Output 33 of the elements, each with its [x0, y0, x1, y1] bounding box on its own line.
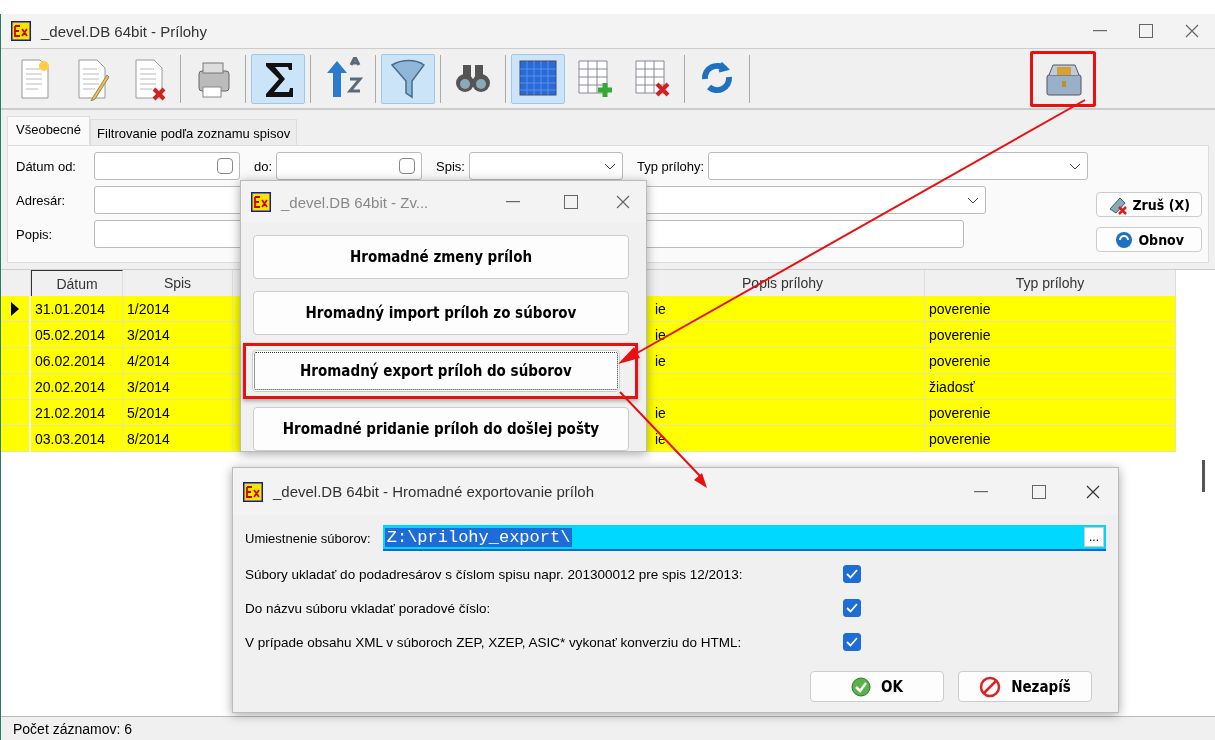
- field-label: do:: [254, 158, 273, 174]
- window-title: _devel.DB 64bit - Prílohy: [41, 22, 207, 40]
- table-cell: 5/2014: [123, 400, 233, 426]
- table-cell: 21.02.2014: [31, 400, 123, 426]
- table-cell: poverenie: [925, 296, 1176, 322]
- field-label: Spis:: [436, 158, 465, 174]
- option-label: Do názvu súboru vkladať poradové číslo:: [245, 600, 492, 616]
- table-cell: 3/2014: [123, 322, 233, 348]
- table-cell: 06.02.2014: [31, 348, 123, 374]
- table-cell: žiadosť: [925, 374, 1176, 400]
- table-cell: poverenie: [925, 348, 1176, 374]
- table-cell: poverenie: [925, 426, 1176, 452]
- table-cell: poverenie: [925, 322, 1176, 348]
- table-cell: poverenie: [925, 400, 1176, 426]
- field-label: Popis:: [16, 226, 54, 242]
- table-cell: 05.02.2014: [31, 322, 123, 348]
- table-cell: 20.02.2014: [31, 374, 123, 400]
- table-cell: 03.03.2014: [31, 426, 123, 452]
- table-cell: 4/2014: [123, 348, 233, 374]
- table-cell: 1/2014: [123, 296, 233, 322]
- selected-text: Z:\prilohy_export\: [384, 527, 573, 547]
- field-label: Adresár:: [16, 192, 67, 208]
- field-label: Umiestnenie súborov:: [245, 530, 371, 546]
- table-cell: 3/2014: [123, 374, 233, 400]
- table-cell: 31.01.2014: [31, 296, 123, 322]
- status-bar: Počet záznamov: 6: [1, 716, 1215, 740]
- field-label: Typ prílohy:: [637, 158, 705, 174]
- table-cell: 8/2014: [123, 426, 233, 452]
- option-label: Súbory ukladať do podadresárov s číslom spisu napr. 201300012 pre spis 12/2013:: [245, 566, 744, 582]
- option-label: V prípade obsahu XML v súboroch ZEP, XZEP, ASIC* vykonať konverziu do HTML:: [245, 634, 743, 650]
- dialog-title: _devel.DB 64bit - Hromadné exportovanie príloh: [273, 483, 594, 500]
- field-label: Dátum od:: [16, 158, 77, 174]
- dialog-title: _devel.DB 64bit - Zv...: [281, 193, 429, 211]
